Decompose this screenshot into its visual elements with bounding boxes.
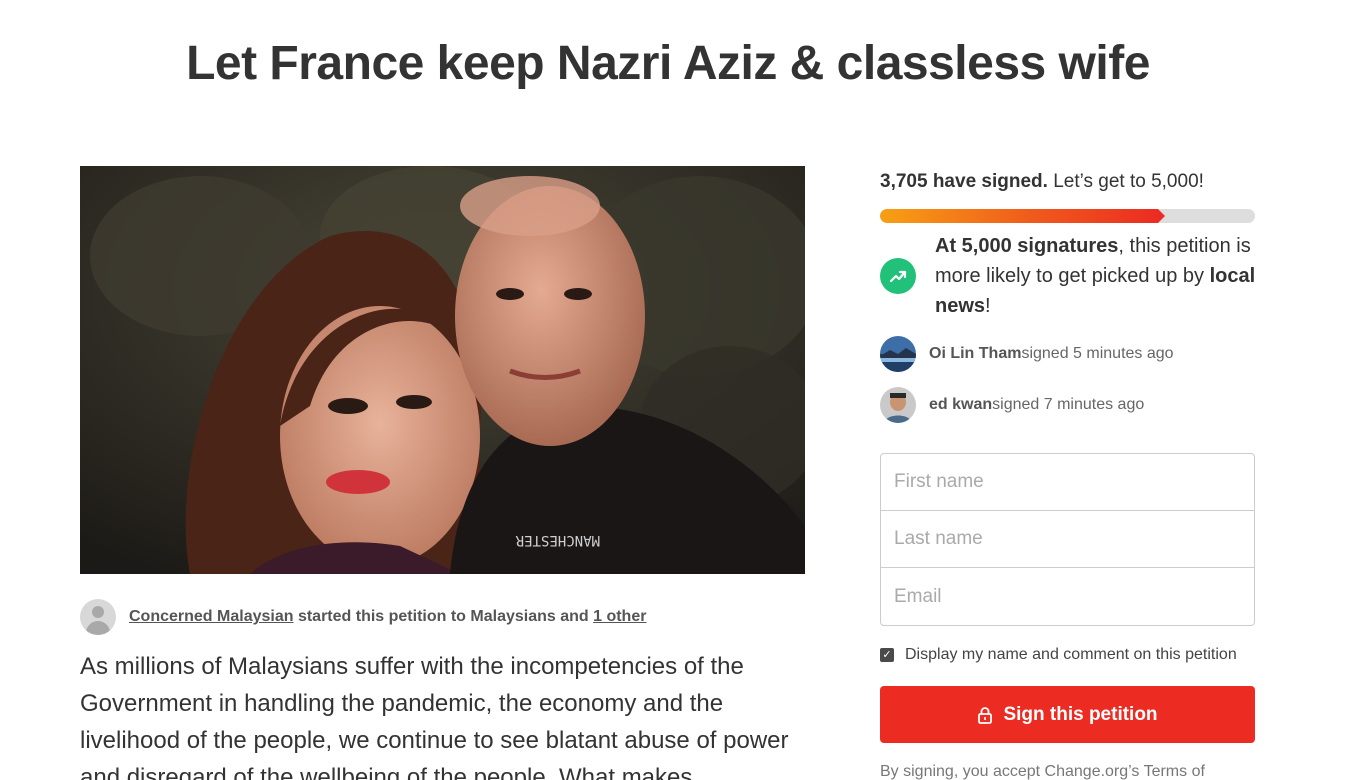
- signer-avatar: [880, 336, 916, 372]
- petition-description: As millions of Malaysians suffer with th…: [80, 653, 789, 780]
- consent-label: Display my name and comment on this peti…: [905, 646, 1237, 663]
- email-field[interactable]: [881, 568, 1254, 625]
- other-recipients-link[interactable]: 1 other: [593, 608, 646, 625]
- signer-action: signed 5 minutes ago: [1021, 345, 1174, 362]
- author-started-text: started this petition to Malaysians and: [293, 608, 594, 625]
- author-link[interactable]: Concerned Malaysian: [129, 608, 294, 625]
- page-title: Let France keep Nazri Aziz & classless w…: [186, 37, 1150, 90]
- progress-bar: [880, 209, 1255, 223]
- trending-up-icon: [880, 258, 916, 294]
- sign-petition-button[interactable]: Sign this petition: [880, 686, 1255, 743]
- signer-name: Oi Lin Tham: [929, 345, 1022, 362]
- milestone-callout: At 5,000 signatures, this petition is mo…: [880, 231, 1260, 321]
- display-name-checkbox[interactable]: ✓: [880, 648, 894, 662]
- signer-avatar: [880, 387, 916, 423]
- first-name-field[interactable]: [881, 454, 1254, 511]
- signer-action: signed 7 minutes ago: [992, 396, 1145, 413]
- signer-name: ed kwan: [929, 396, 993, 413]
- signature-progress-text: 3,705 have signed. Let’s get to 5,000!: [880, 171, 1204, 193]
- petition-photo: MANCHESTER: [80, 166, 805, 574]
- lock-icon: [977, 706, 993, 724]
- progress-fill: [880, 209, 1165, 223]
- sign-form: [880, 453, 1255, 626]
- recent-signer-item: Oi Lin Tham signed 5 minutes ago: [880, 336, 1174, 372]
- recent-signer-item: ed kwan signed 7 minutes ago: [880, 387, 1144, 423]
- author-row: Concerned Malaysian started this petitio…: [80, 599, 646, 635]
- last-name-field[interactable]: [881, 511, 1254, 568]
- author-line: Concerned Malaysian started this petitio…: [129, 608, 646, 626]
- terms-text: By signing, you accept Change.org’s Term…: [880, 763, 1205, 780]
- svg-text:MANCHESTER: MANCHESTER: [515, 532, 600, 548]
- milestone-text-2: !: [985, 295, 991, 317]
- signed-count: 3,705 have signed.: [880, 171, 1048, 192]
- sign-button-label: Sign this petition: [1003, 703, 1158, 725]
- milestone-text: At 5,000 signatures, this petition is mo…: [935, 231, 1260, 321]
- author-avatar: [80, 599, 116, 635]
- milestone-bold-1: At 5,000 signatures: [935, 235, 1119, 257]
- display-name-consent: ✓ Display my name and comment on this pe…: [880, 646, 1237, 664]
- goal-text: Let’s get to 5,000!: [1047, 171, 1204, 192]
